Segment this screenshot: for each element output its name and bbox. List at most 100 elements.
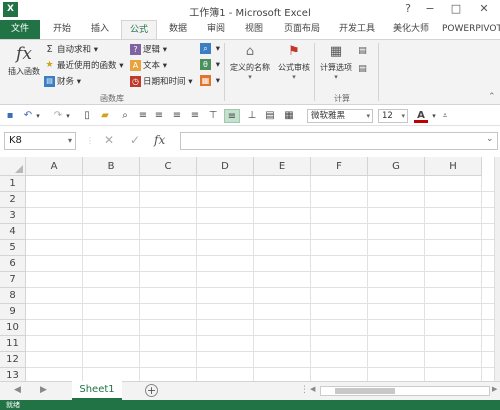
align-top-left-icon[interactable]: ≡ bbox=[136, 109, 150, 123]
scroll-left-icon[interactable]: ◀ bbox=[310, 385, 315, 393]
undo-icon[interactable]: ↶ bbox=[22, 109, 34, 123]
align-right-icon[interactable]: ≡ bbox=[188, 109, 202, 123]
column-header-e[interactable]: E bbox=[254, 157, 311, 176]
tab-file[interactable]: 文件 bbox=[0, 20, 40, 39]
font-color-icon[interactable]: A bbox=[414, 109, 428, 123]
cancel-icon[interactable]: ✕ bbox=[104, 133, 114, 147]
wrap-text-icon[interactable]: ▤ bbox=[263, 109, 277, 123]
chevron-down-icon: ▾ bbox=[67, 136, 72, 145]
formula-input[interactable] bbox=[180, 132, 498, 150]
column-header-d[interactable]: D bbox=[197, 157, 254, 176]
add-sheet-icon[interactable]: + bbox=[145, 384, 158, 397]
row-header-3[interactable]: 3 bbox=[0, 208, 26, 224]
grid-row-line bbox=[26, 271, 494, 272]
recent-functions-button[interactable]: ★ 最近使用的函数 ▾ bbox=[44, 59, 123, 71]
prev-sheet-icon[interactable]: ◀ bbox=[14, 385, 21, 395]
open-folder-icon[interactable]: ▰ bbox=[98, 109, 112, 123]
next-sheet-icon[interactable]: ▶ bbox=[40, 385, 47, 395]
insert-function-fx-icon[interactable]: fx bbox=[154, 133, 165, 147]
enter-icon[interactable]: ✓ bbox=[130, 133, 140, 147]
sheet-tab-sheet1[interactable]: Sheet1 bbox=[72, 381, 122, 400]
save-icon[interactable]: ▪ bbox=[4, 109, 16, 123]
expand-formula-bar-icon[interactable]: ⌄ bbox=[486, 134, 494, 144]
row-header-8[interactable]: 8 bbox=[0, 288, 26, 304]
group-separator bbox=[314, 43, 315, 101]
name-box[interactable]: K8 ▾ bbox=[4, 132, 76, 150]
logical-button[interactable]: ? 逻辑 ▾ bbox=[130, 43, 167, 55]
row-header-13[interactable]: 13 bbox=[0, 368, 26, 381]
tab-beautify[interactable]: 美化大师 bbox=[386, 20, 436, 39]
print-preview-icon[interactable]: ⌕ bbox=[118, 109, 132, 123]
vertical-scrollbar[interactable] bbox=[494, 157, 500, 381]
formula-bar-grip-icon[interactable]: ⋮ bbox=[86, 136, 94, 145]
font-size-select[interactable]: 12 ▾ bbox=[378, 109, 408, 123]
column-header-f[interactable]: F bbox=[311, 157, 368, 176]
text-button[interactable]: A 文本 ▾ bbox=[130, 59, 167, 71]
merge-center-icon[interactable]: ▦ bbox=[282, 109, 296, 123]
scroll-right-icon[interactable]: ▶ bbox=[492, 385, 497, 393]
minimize-button[interactable]: − bbox=[420, 2, 440, 15]
financial-button[interactable]: ▤ 财务 ▾ bbox=[44, 75, 81, 87]
restore-button[interactable]: □ bbox=[446, 2, 466, 15]
align-bottom-icon[interactable]: ⊥ bbox=[245, 109, 259, 123]
undo-dropdown-icon[interactable]: ▾ bbox=[34, 109, 42, 123]
calc-now-button[interactable]: ▤ bbox=[357, 46, 370, 57]
calc-options-button[interactable]: ▦ 计算选项 ▾ bbox=[316, 42, 356, 81]
calc-now-icon: ▤ bbox=[358, 46, 367, 56]
datetime-button[interactable]: ◷ 日期和时间 ▾ bbox=[130, 75, 192, 87]
row-header-6[interactable]: 6 bbox=[0, 256, 26, 272]
tab-review[interactable]: 审阅 bbox=[198, 20, 234, 39]
row-header-12[interactable]: 12 bbox=[0, 352, 26, 368]
tab-powerpivot[interactable]: POWERPIVOT bbox=[442, 20, 500, 39]
redo-dropdown-icon[interactable]: ▾ bbox=[64, 109, 72, 123]
align-center-icon[interactable]: ≡ bbox=[170, 109, 184, 123]
row-header-2[interactable]: 2 bbox=[0, 192, 26, 208]
formula-auditing-button[interactable]: ⚑ 公式审核 ▾ bbox=[274, 42, 314, 81]
more-functions-button[interactable]: ▦ ▾ bbox=[200, 75, 220, 86]
math-button[interactable]: θ ▾ bbox=[200, 59, 220, 70]
collapse-ribbon-icon[interactable]: ⌃ bbox=[488, 92, 496, 102]
lookup-button[interactable]: ⌕ ▾ bbox=[200, 43, 220, 54]
column-header-g[interactable]: G bbox=[368, 157, 425, 176]
lookup-icon: ⌕ bbox=[200, 43, 211, 54]
row-header-1[interactable]: 1 bbox=[0, 176, 26, 192]
column-header-h[interactable]: H bbox=[425, 157, 482, 176]
tab-home[interactable]: 开始 bbox=[44, 20, 80, 39]
tab-insert[interactable]: 插入 bbox=[82, 20, 118, 39]
group-label-calc: 计算 bbox=[334, 94, 350, 103]
column-header-b[interactable]: B bbox=[83, 157, 140, 176]
close-button[interactable]: ✕ bbox=[474, 2, 494, 15]
row-header-9[interactable]: 9 bbox=[0, 304, 26, 320]
customize-qat-icon[interactable]: ⩡ bbox=[440, 109, 450, 123]
new-file-icon[interactable]: ▯ bbox=[80, 109, 94, 123]
tab-developer[interactable]: 开发工具 bbox=[332, 20, 382, 39]
insert-function-button[interactable]: fx 插入函数 bbox=[6, 42, 42, 77]
row-header-10[interactable]: 10 bbox=[0, 320, 26, 336]
row-header-5[interactable]: 5 bbox=[0, 240, 26, 256]
row-header-11[interactable]: 11 bbox=[0, 336, 26, 352]
row-header-7[interactable]: 7 bbox=[0, 272, 26, 288]
defined-names-button[interactable]: ⌂ 定义的名称 ▾ bbox=[228, 42, 272, 81]
sheet-bar-grip-icon[interactable]: ⋮ bbox=[300, 385, 309, 395]
font-color-dropdown-icon[interactable]: ▾ bbox=[430, 109, 438, 123]
redo-icon[interactable]: ↷ bbox=[52, 109, 64, 123]
horizontal-scrollbar[interactable] bbox=[320, 386, 490, 396]
autosum-button[interactable]: Σ 自动求和 ▾ bbox=[44, 43, 98, 55]
horizontal-scroll-thumb[interactable] bbox=[335, 388, 395, 394]
row-header-4[interactable]: 4 bbox=[0, 224, 26, 240]
column-header-c[interactable]: C bbox=[140, 157, 197, 176]
align-middle-icon[interactable]: ≡ bbox=[224, 109, 240, 123]
tab-data[interactable]: 数据 bbox=[160, 20, 196, 39]
help-icon[interactable]: ? bbox=[398, 2, 418, 15]
column-header-a[interactable]: A bbox=[26, 157, 83, 176]
select-all-button[interactable] bbox=[0, 157, 26, 176]
tab-formulas[interactable]: 公式 bbox=[121, 20, 157, 39]
align-top-icon[interactable]: ⊤ bbox=[206, 109, 220, 123]
tab-view[interactable]: 视图 bbox=[236, 20, 272, 39]
font-name-select[interactable]: 微软雅黑 ▾ bbox=[307, 109, 373, 123]
grid-row-line bbox=[26, 351, 494, 352]
worksheet-grid[interactable]: A B C D E F G H 1 2 3 4 5 6 7 8 9 10 11 12 13 bbox=[0, 157, 500, 381]
align-left-icon[interactable]: ≡ bbox=[152, 109, 166, 123]
calc-sheet-button[interactable]: ▤ bbox=[357, 64, 370, 75]
tab-page-layout[interactable]: 页面布局 bbox=[276, 20, 328, 39]
